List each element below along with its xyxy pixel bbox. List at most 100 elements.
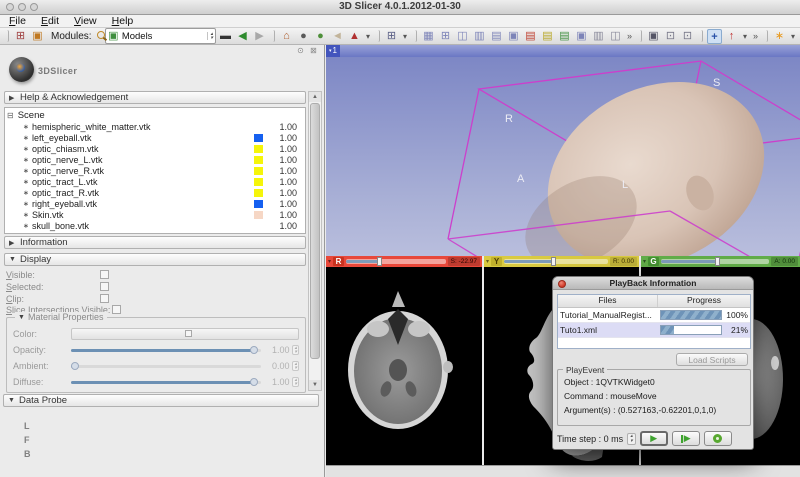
slice-menu-icon[interactable]: ▾ (643, 258, 646, 265)
restore-views-icon[interactable]: ◄ (330, 29, 345, 44)
module-selector-combobox[interactable]: ▣ Models ▴▾ (105, 28, 216, 44)
menu-item[interactable]: File (9, 15, 26, 27)
red-slice-offset-slider[interactable] (346, 259, 446, 264)
opacity-slider[interactable] (71, 349, 261, 352)
dialog-title-bar[interactable]: PlayBack Information (553, 277, 753, 290)
overflow-chevron-icon[interactable]: » (751, 29, 760, 44)
load-scripts-button[interactable]: Load Scripts (676, 353, 748, 366)
green-scene-module-icon[interactable]: ● (313, 29, 328, 44)
layout-3d-table-icon[interactable]: ▥ (472, 29, 487, 44)
step-forward-button[interactable]: ▶ (672, 431, 700, 446)
layout-tabbed-slice-icon[interactable]: ▣ (574, 29, 589, 44)
dropdown-arrow-icon[interactable]: ▾ (789, 29, 797, 44)
crosshair-icon[interactable]: + (707, 29, 722, 44)
dropdown-arrow-icon[interactable]: ▾ (741, 29, 749, 44)
dropdown-arrow-icon[interactable]: ▾ (401, 29, 409, 44)
ambient-slider[interactable] (71, 365, 261, 368)
module-search-icon[interactable] (96, 30, 103, 42)
data-probe-section[interactable]: ▼ Data Probe (3, 394, 319, 407)
scroll-down-icon[interactable]: ▼ (309, 380, 321, 390)
fiducial-pin-icon[interactable]: ↑ (724, 29, 739, 44)
scene-model-row[interactable]: ∗ Skin.vtk 1.00 (7, 209, 303, 220)
color-checkbox[interactable] (185, 330, 192, 337)
layout-3d-only-icon[interactable]: ▣ (506, 29, 521, 44)
scene-model-row[interactable]: ∗ optic_nerve_R.vtk 1.00 (7, 165, 303, 176)
mini-dropdown-arrow-icon[interactable]: ▾ (364, 29, 372, 44)
scene-view-capture-icon[interactable]: ⊡ (663, 29, 678, 44)
scene-model-row[interactable]: ∗ optic_tract_L.vtk 1.00 (7, 176, 303, 187)
scrollbar-thumb[interactable] (310, 103, 320, 359)
selected-checkbox[interactable] (100, 282, 109, 291)
model-color-swatch[interactable] (254, 156, 263, 164)
threed-view-header[interactable]: ▾ 1 (326, 45, 800, 57)
ambient-spinner[interactable]: ▴▾ (292, 361, 299, 371)
model-color-swatch[interactable] (254, 200, 263, 208)
model-color-swatch[interactable] (254, 211, 263, 219)
visible-checkbox[interactable] (100, 270, 109, 279)
play-button[interactable]: ▶ (640, 431, 668, 446)
time-step-spinner[interactable]: ▴▾ (627, 433, 636, 445)
panel-undock-icon[interactable]: ⊠ (309, 46, 318, 55)
files-column-header[interactable]: Files (558, 295, 658, 307)
scene-model-row[interactable]: ∗ optic_chiasm.vtk 1.00 (7, 143, 303, 154)
diffuse-slider[interactable] (71, 381, 261, 384)
layout-red-slice-icon[interactable]: ▤ (523, 29, 538, 44)
extensions-icon[interactable]: ∗ (772, 29, 787, 44)
record-loop-button[interactable] (704, 431, 732, 446)
model-color-swatch[interactable] (254, 167, 263, 175)
panel-help-icon[interactable]: ⊙ (296, 46, 305, 55)
separator[interactable] (5, 30, 9, 42)
module-next-icon[interactable]: ▶ (252, 29, 267, 44)
model-color-swatch[interactable] (254, 178, 263, 186)
layout-green-slice-icon[interactable]: ▤ (557, 29, 572, 44)
screenshot-icon[interactable]: ▣ (646, 29, 661, 44)
menu-item[interactable]: Edit (41, 15, 59, 27)
overflow-chevron-icon[interactable]: » (625, 29, 634, 44)
model-color-swatch[interactable] (254, 145, 263, 153)
scene-model-row[interactable]: ∗ optic_tract_R.vtk 1.00 (7, 187, 303, 198)
file-row[interactable]: Tuto1.xml 21% (558, 323, 750, 338)
yellow-slice-offset-slider[interactable] (504, 259, 608, 264)
model-color-swatch[interactable] (254, 189, 263, 197)
pane-menu-arrow-icon[interactable]: ▾ (329, 45, 332, 57)
combo-spinner-icon[interactable]: ▴▾ (207, 32, 213, 40)
scroll-up-icon[interactable]: ▲ (309, 92, 321, 102)
slice-intersections-checkbox[interactable] (112, 305, 121, 314)
separator[interactable] (271, 30, 275, 42)
scene-root-row[interactable]: ⊟ Scene (7, 109, 303, 121)
layout-side-by-side-icon[interactable]: ◫ (608, 29, 623, 44)
separator[interactable] (699, 30, 703, 42)
file-row[interactable]: Tutorial_ManualRegist... 100% (558, 308, 750, 323)
scene-view-restore-icon[interactable]: ⊡ (680, 29, 695, 44)
home-icon[interactable]: ⌂ (279, 29, 294, 44)
red-slice-view[interactable] (326, 267, 482, 465)
threed-pane-tag[interactable]: ▾ 1 (326, 45, 340, 57)
progress-column-header[interactable]: Progress (658, 295, 750, 307)
threed-view[interactable]: ▾ 1 (326, 45, 800, 256)
separator[interactable] (638, 30, 642, 42)
save-icon[interactable]: ▣ (30, 29, 45, 44)
menu-item[interactable]: View (74, 15, 97, 27)
model-color-swatch[interactable] (254, 222, 263, 230)
scene-model-row[interactable]: ∗ right_eyeball.vtk 1.00 (7, 198, 303, 209)
menu-item[interactable]: Help (112, 15, 134, 27)
slice-menu-icon[interactable]: ▾ (328, 258, 331, 265)
clip-checkbox[interactable] (100, 294, 109, 303)
layout-four-up-icon[interactable]: ⊞ (438, 29, 453, 44)
diffuse-spinner[interactable]: ▴▾ (292, 377, 299, 387)
panel-scrollbar[interactable]: ▲ ▼ (308, 91, 322, 391)
module-previous-icon[interactable]: ◀ (235, 29, 250, 44)
scene-model-row[interactable]: ∗ skull_bone.vtk 1.00 (7, 220, 303, 231)
display-section[interactable]: ▼ Display (4, 253, 306, 266)
layout-tabbed-icon[interactable]: ▤ (489, 29, 504, 44)
layout-compare-icon[interactable]: ▥ (591, 29, 606, 44)
layout-conventional-icon[interactable]: ▦ (421, 29, 436, 44)
load-data-icon[interactable]: ⊞ (13, 29, 28, 44)
opacity-spinner[interactable]: ▴▾ (292, 345, 299, 355)
dark-scene-module-icon[interactable]: ● (296, 29, 311, 44)
slice-menu-icon[interactable]: ▾ (486, 258, 489, 265)
scene-model-row[interactable]: ∗ left_eyeball.vtk 1.00 (7, 132, 303, 143)
threed-render-canvas[interactable]: S R A L (326, 57, 800, 256)
expanded-arrow-icon[interactable]: ▼ (18, 314, 25, 321)
separator[interactable] (413, 30, 417, 42)
